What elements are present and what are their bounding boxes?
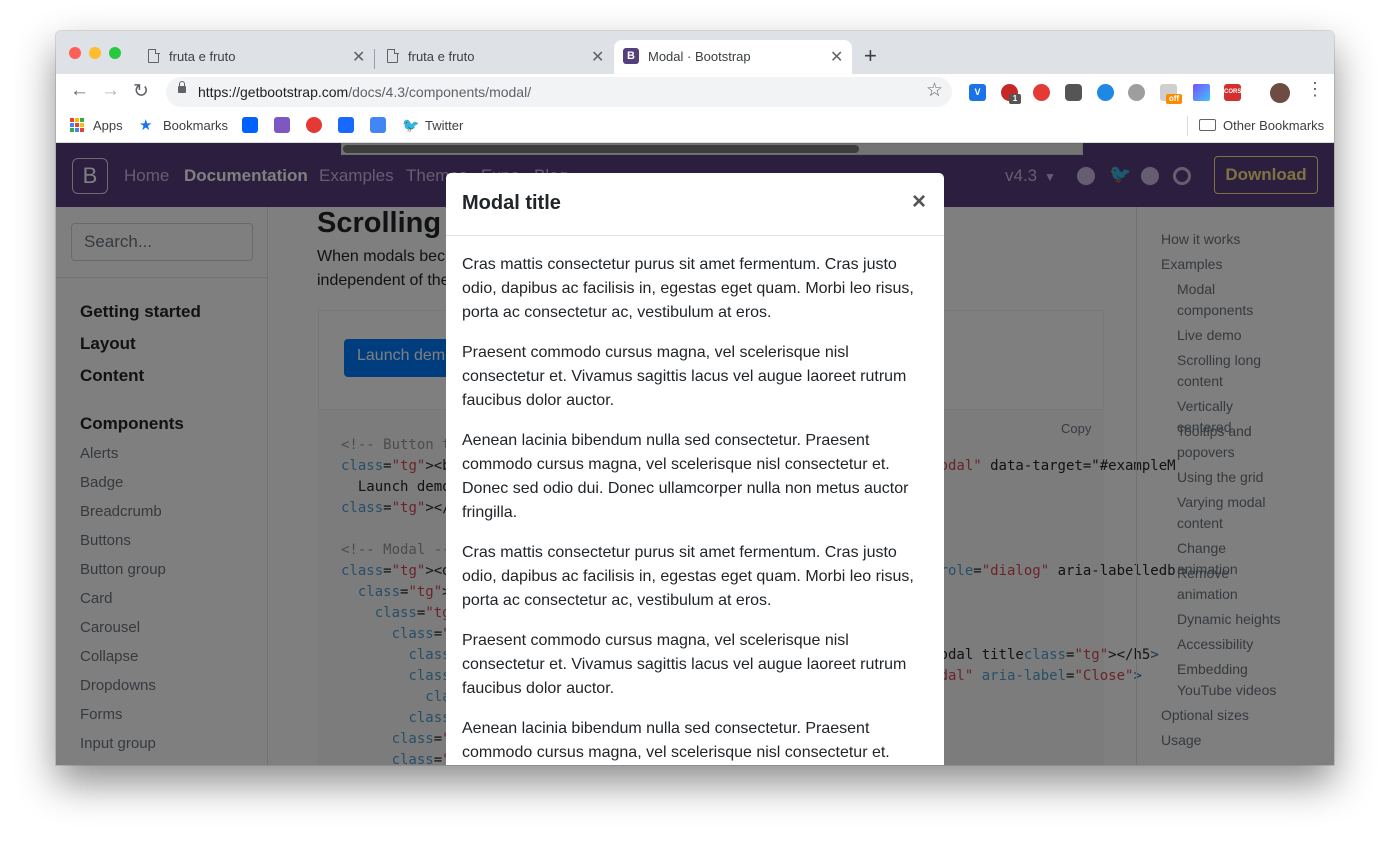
dropbox-icon[interactable] bbox=[242, 117, 258, 133]
off-badge: off bbox=[1166, 94, 1182, 104]
tab-separator bbox=[374, 49, 375, 69]
browser-toolbar: ← → ↻ https://getbootstrap.com/docs/4.3/… bbox=[56, 74, 1334, 111]
tab-modal-bootstrap[interactable]: B Modal · Bootstrap ✕ bbox=[614, 40, 852, 74]
page-icon bbox=[148, 48, 160, 63]
other-bookmarks[interactable]: Other Bookmarks bbox=[1223, 118, 1324, 133]
lock-icon bbox=[178, 81, 186, 93]
trending-icon[interactable] bbox=[306, 117, 322, 133]
modal-paragraph: Aenean lacinia bibendum nulla sed consec… bbox=[462, 432, 909, 521]
tab-fruta-2[interactable]: fruta e fruto ✕ bbox=[377, 40, 613, 74]
star-icon: ★ bbox=[139, 117, 153, 134]
modal-title: Modal title bbox=[462, 192, 561, 214]
vimium-icon[interactable]: V bbox=[969, 84, 986, 101]
close-window-button[interactable] bbox=[69, 47, 81, 59]
stop-icon[interactable] bbox=[1033, 84, 1050, 101]
modal-paragraph: Cras mattis consectetur purus sit amet f… bbox=[462, 256, 914, 321]
tab-title: fruta e fruto bbox=[169, 49, 236, 64]
bookmark-bookmarks[interactable]: Bookmarks bbox=[163, 118, 228, 133]
browser-window: fruta e fruto ✕ fruta e fruto ✕ B Modal … bbox=[56, 31, 1334, 765]
bookmark-apps[interactable]: Apps bbox=[93, 118, 123, 133]
maximize-window-button[interactable] bbox=[109, 47, 121, 59]
close-icon[interactable]: × bbox=[912, 188, 926, 216]
url-path: /docs/4.3/components/modal/ bbox=[348, 84, 532, 100]
profile-avatar[interactable] bbox=[1270, 83, 1290, 103]
apps-grid-icon[interactable] bbox=[70, 118, 84, 132]
modal-paragraph: Praesent commodo cursus magna, vel scele… bbox=[462, 632, 907, 697]
adblock-badge: 1 bbox=[1009, 94, 1021, 104]
extension-icon[interactable] bbox=[1097, 84, 1114, 101]
page-icon bbox=[387, 48, 399, 63]
gradient-icon[interactable] bbox=[1193, 84, 1210, 101]
pocket-icon[interactable] bbox=[1065, 84, 1082, 101]
new-tab-plus-icon[interactable]: + bbox=[864, 43, 877, 69]
tab-title: Modal · Bootstrap bbox=[648, 49, 751, 64]
url-host: https://getbootstrap.com bbox=[198, 84, 349, 100]
menu-dots-icon[interactable]: ⋮ bbox=[1306, 79, 1324, 100]
url-text[interactable]: https://getbootstrap.com/docs/4.3/compon… bbox=[198, 84, 531, 100]
page-content: B Home Documentation Examples Themes Exp… bbox=[56, 143, 1334, 765]
bootstrap-favicon-icon: B bbox=[623, 48, 639, 64]
tab-close-icon[interactable]: ✕ bbox=[830, 47, 843, 67]
minimize-window-button[interactable] bbox=[89, 47, 101, 59]
forward-arrow-icon[interactable]: → bbox=[101, 80, 120, 102]
reload-icon[interactable]: ↻ bbox=[133, 80, 149, 103]
bookmarks-bar: Apps ★ Bookmarks 🐦 Twitter Other Bookmar… bbox=[56, 111, 1334, 143]
address-bar[interactable]: https://getbootstrap.com/docs/4.3/compon… bbox=[166, 77, 952, 107]
behance-icon[interactable] bbox=[338, 117, 354, 133]
tab-close-icon[interactable]: ✕ bbox=[591, 47, 604, 67]
modal-dialog: Modal title × Cras mattis consectetur pu… bbox=[446, 173, 944, 765]
tab-title: fruta e fruto bbox=[408, 49, 475, 64]
back-arrow-icon[interactable]: ← bbox=[70, 80, 89, 102]
modal-paragraph: Praesent commodo cursus magna, vel scele… bbox=[462, 344, 907, 409]
docs-icon[interactable] bbox=[370, 117, 386, 133]
modal-paragraph: Aenean lacinia bibendum nulla sed consec… bbox=[462, 720, 890, 761]
mail-icon[interactable] bbox=[274, 117, 290, 133]
tab-close-icon[interactable]: ✕ bbox=[352, 47, 365, 67]
bookmark-divider bbox=[1187, 116, 1188, 136]
cors-icon[interactable]: CORS bbox=[1224, 84, 1241, 101]
bookmark-twitter[interactable]: Twitter bbox=[425, 118, 463, 133]
bookmark-star-icon[interactable]: ☆ bbox=[926, 79, 943, 102]
tab-bar: fruta e fruto ✕ fruta e fruto ✕ B Modal … bbox=[56, 31, 1334, 74]
modal-header: Modal title × bbox=[446, 173, 944, 236]
tab-fruta-1[interactable]: fruta e fruto ✕ bbox=[138, 40, 374, 74]
twitter-bird-icon: 🐦 bbox=[402, 117, 420, 133]
speech-bubble-icon[interactable] bbox=[1128, 84, 1145, 101]
modal-paragraph: Cras mattis consectetur purus sit amet f… bbox=[462, 544, 914, 609]
folder-icon bbox=[1199, 119, 1216, 131]
